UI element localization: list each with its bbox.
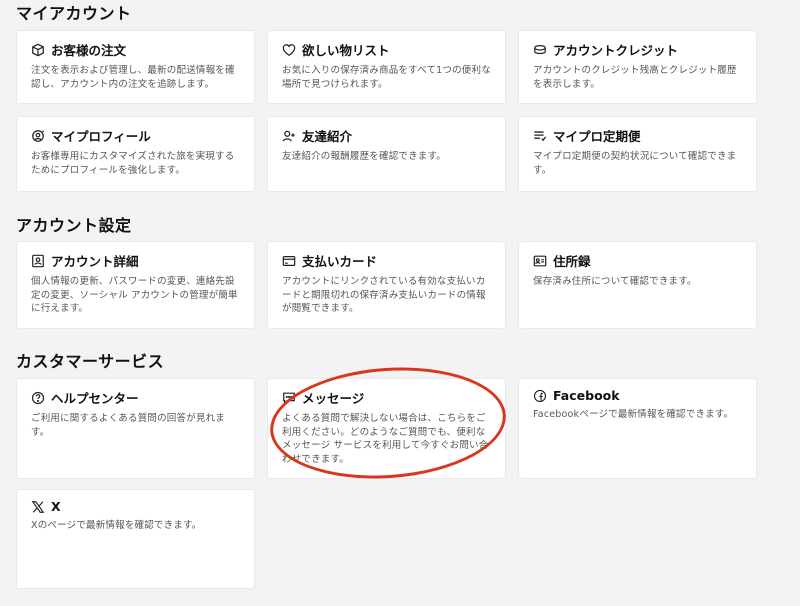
card-title: ヘルプセンター: [51, 391, 139, 406]
profile-settings-icon: [31, 129, 45, 143]
card-description: 保存済み住所について確認できます。: [533, 276, 697, 287]
card-wishlist[interactable]: 欲しい物リスト お気に入りの保存済み商品をすべて1つの便利な場所で見つけられます…: [267, 30, 506, 104]
card-description: ご利用に関するよくある質問の回答が見れます。: [31, 413, 226, 438]
credit-card-icon: [282, 254, 296, 268]
card-title: 住所録: [553, 254, 591, 269]
card-description: マイプロ定期便の契約状況について確認できます。: [533, 151, 737, 176]
card-description: 注文を表示および管理し、最新の配送情報を確認し、アカウント内の注文を追跡します。: [31, 65, 235, 90]
card-help-center[interactable]: ヘルプセンター ご利用に関するよくある質問の回答が見れます。: [16, 378, 255, 479]
card-account-details[interactable]: アカウント詳細 個人情報の更新、パスワードの変更、連絡先設定の変更、ソーシャル …: [16, 241, 255, 329]
portrait-icon: [31, 254, 45, 268]
card-description: アカウントのクレジット残高とクレジット履歴を表示します。: [533, 65, 737, 90]
user-plus-icon: [282, 129, 296, 143]
card-title: お客様の注文: [51, 43, 127, 58]
card-description: Xのページで最新情報を確認できます。: [31, 520, 202, 531]
card-title: メッセージ: [302, 391, 365, 406]
card-facebook[interactable]: Facebook Facebookページで最新情報を確認できます。: [518, 378, 757, 479]
card-title: アカウント詳細: [51, 254, 139, 269]
box-icon: [31, 43, 45, 57]
card-description: 友達紹介の報酬履歴を確認できます。: [282, 151, 446, 162]
card-description: Facebookページで最新情報を確認できます。: [533, 409, 734, 420]
section-title-account-settings: アカウント設定: [16, 216, 132, 235]
facebook-icon: [533, 389, 547, 403]
card-refer-friend[interactable]: 友達紹介 友達紹介の報酬履歴を確認できます。: [267, 116, 506, 192]
card-title: アカウントクレジット: [553, 43, 679, 58]
card-address-book[interactable]: 住所録 保存済み住所について確認できます。: [518, 241, 757, 329]
help-circle-icon: [31, 391, 45, 405]
card-payment-cards[interactable]: 支払いカード アカウントにリンクされている有効な支払いカードと期限切れの保存済み…: [267, 241, 506, 329]
card-title: 支払いカード: [302, 254, 378, 269]
card-description: お客様専用にカスタマイズされた旅を実現するためにプロフィールを強化します。: [31, 151, 235, 176]
card-description: お気に入りの保存済み商品をすべて1つの便利な場所で見つけられます。: [282, 65, 491, 90]
card-account-credit[interactable]: アカウントクレジット アカウントのクレジット残高とクレジット履歴を表示します。: [518, 30, 757, 104]
card-title: 友達紹介: [302, 129, 353, 144]
x-logo-icon: [31, 500, 45, 514]
section-title-my-account: マイアカウント: [16, 4, 132, 23]
card-description: アカウントにリンクされている有効な支払いカードと期限切れの保存済み支払いカードの…: [282, 276, 486, 314]
account-page: マイアカウント お客様の注文 注文を表示および管理し、最新の配送情報を確認し、ア…: [0, 0, 800, 606]
card-title: X: [51, 499, 61, 514]
list-icon: [533, 129, 547, 143]
card-title: マイプロフィール: [51, 129, 151, 144]
card-orders[interactable]: お客様の注文 注文を表示および管理し、最新の配送情報を確認し、アカウント内の注文…: [16, 30, 255, 104]
address-card-icon: [533, 254, 547, 268]
card-subscription[interactable]: マイプロ定期便 マイプロ定期便の契約状況について確認できます。: [518, 116, 757, 192]
card-description: よくある質問で解決しない場合は、こちらをご利用ください。どのようなご質問でも、便…: [282, 413, 489, 465]
coin-stack-icon: [533, 43, 547, 57]
heart-icon: [282, 43, 296, 57]
card-title: 欲しい物リスト: [302, 43, 390, 58]
card-my-profile[interactable]: マイプロフィール お客様専用にカスタマイズされた旅を実現するためにプロフィールを…: [16, 116, 255, 192]
card-messages[interactable]: メッセージ よくある質問で解決しない場合は、こちらをご利用ください。どのようなご…: [267, 378, 506, 479]
card-title: マイプロ定期便: [553, 129, 641, 144]
message-icon: [282, 391, 296, 405]
card-title: Facebook: [553, 388, 620, 403]
section-title-customer-service: カスタマーサービス: [16, 352, 165, 371]
card-x[interactable]: X Xのページで最新情報を確認できます。: [16, 489, 255, 589]
card-description: 個人情報の更新、パスワードの変更、連絡先設定の変更、ソーシャル アカウントの管理…: [31, 276, 238, 314]
